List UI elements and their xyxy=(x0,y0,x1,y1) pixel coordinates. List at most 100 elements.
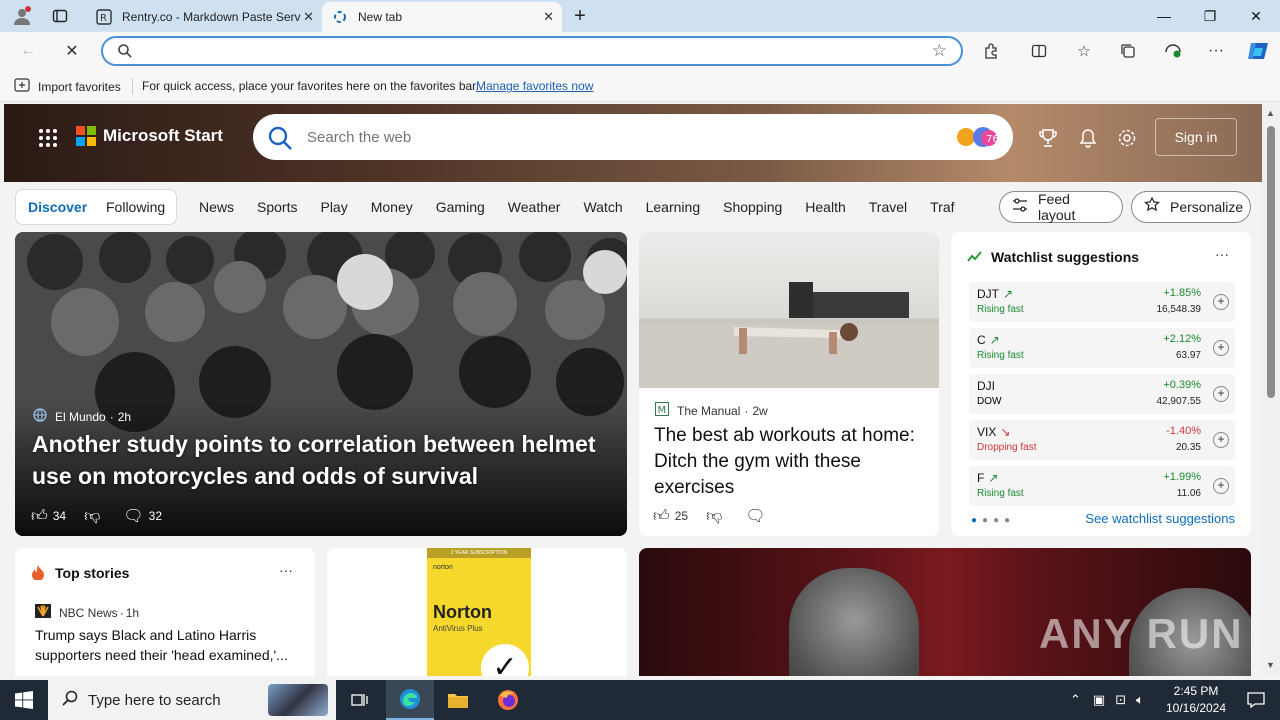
nav-link-money[interactable]: Money xyxy=(371,199,413,215)
rewards-trophy-icon[interactable] xyxy=(1035,126,1061,150)
close-tab-icon[interactable]: ✕ xyxy=(303,9,314,25)
more-icon[interactable]: ··· xyxy=(1201,38,1231,64)
performance-icon[interactable] xyxy=(1158,38,1188,64)
collections-icon[interactable] xyxy=(1113,38,1143,64)
stock-row[interactable]: DJI DOW +0.39% 42,907.55 + xyxy=(969,374,1235,414)
manage-favorites-link[interactable]: Manage favorites now xyxy=(476,79,593,93)
personalize-button[interactable]: Personalize xyxy=(1131,191,1251,223)
title-bar: R Rentry.co - Markdown Paste Serv ✕ New … xyxy=(0,0,1280,32)
volume-icon[interactable]: 🔈︎ xyxy=(1136,692,1144,708)
page-scrollbar[interactable]: ▲ ▼ xyxy=(1262,104,1280,676)
settings-gear-icon[interactable] xyxy=(1114,126,1140,150)
favorites-icon[interactable]: ☆ xyxy=(1069,38,1099,64)
ab-headline[interactable]: The best ab workouts at home: Ditch the … xyxy=(654,423,924,501)
like-button[interactable]: 👍︎ 25 xyxy=(653,507,688,526)
import-favorites-button[interactable]: Import favorites xyxy=(14,78,121,95)
like-button[interactable]: 👍︎ 34 xyxy=(31,507,66,526)
comments-button[interactable]: 🗨︎ xyxy=(745,506,770,526)
web-search-input[interactable] xyxy=(307,127,907,147)
see-watchlist-link[interactable]: See watchlist suggestions xyxy=(1085,511,1235,526)
feed-layout-button[interactable]: Feed layout xyxy=(999,191,1123,223)
stock-row[interactable]: DJT ↗ Rising fast +1.85% 16,548.39 + xyxy=(969,282,1235,322)
nav-link-traf[interactable]: Traf xyxy=(930,199,954,215)
app-launcher-icon[interactable] xyxy=(38,128,58,153)
add-favorite-star-icon[interactable]: ☆ xyxy=(932,41,947,61)
address-bar[interactable]: ☆ xyxy=(101,36,963,66)
hero-article-card[interactable]: El Mundo · 2h Another study points to co… xyxy=(15,232,627,536)
featured-image-card[interactable]: ANY RUN xyxy=(639,548,1251,676)
nav-link-shopping[interactable]: Shopping xyxy=(723,199,782,215)
edge-taskbar-icon[interactable] xyxy=(386,680,434,720)
stock-row[interactable]: VIX ↘ Dropping fast -1.40% 20.35 + xyxy=(969,420,1235,460)
hero-headline[interactable]: Another study points to correlation betw… xyxy=(32,428,622,492)
top-stories-card: Top stories ··· NBC News · 1h Trump says… xyxy=(15,548,315,676)
new-tab-button[interactable]: + xyxy=(568,0,592,32)
notification-center-icon[interactable] xyxy=(1232,680,1280,720)
tab-discover[interactable]: Discover xyxy=(28,199,87,215)
nav-link-weather[interactable]: Weather xyxy=(508,199,561,215)
split-screen-icon[interactable] xyxy=(1024,38,1054,64)
taskbar-clock[interactable]: 2:45 PM 10/16/2024 xyxy=(1163,683,1229,717)
address-input[interactable] xyxy=(139,42,919,60)
scroll-down-arrow-icon[interactable]: ▼ xyxy=(1266,660,1275,670)
nav-link-watch[interactable]: Watch xyxy=(583,199,622,215)
add-to-watchlist-icon[interactable]: + xyxy=(1213,478,1229,494)
back-icon[interactable]: ← xyxy=(14,38,42,64)
close-tab-icon[interactable]: ✕ xyxy=(543,9,554,25)
task-view-icon[interactable] xyxy=(336,680,384,720)
maximize-button[interactable]: ❐ xyxy=(1187,0,1233,32)
nav-link-news[interactable]: News xyxy=(199,199,234,215)
add-to-watchlist-icon[interactable]: + xyxy=(1213,294,1229,310)
the-manual-logo-icon: M xyxy=(655,402,669,419)
add-to-watchlist-icon[interactable]: + xyxy=(1213,432,1229,448)
firefox-icon[interactable] xyxy=(484,680,532,720)
nav-link-play[interactable]: Play xyxy=(320,199,347,215)
file-explorer-icon[interactable] xyxy=(434,680,482,720)
scrollbar-thumb[interactable] xyxy=(1267,126,1275,398)
dislike-button[interactable]: 👎︎ xyxy=(706,507,727,526)
nav-link-health[interactable]: Health xyxy=(805,199,845,215)
tab-following[interactable]: Following xyxy=(106,199,165,215)
scroll-up-arrow-icon[interactable]: ▲ xyxy=(1266,108,1275,118)
add-to-watchlist-icon[interactable]: + xyxy=(1213,386,1229,402)
nav-link-travel[interactable]: Travel xyxy=(869,199,907,215)
device-icon[interactable]: ▣ xyxy=(1093,692,1105,708)
extensions-icon[interactable] xyxy=(976,38,1006,64)
taskbar-search[interactable]: Type here to search xyxy=(48,680,336,720)
tab-actions-icon[interactable] xyxy=(46,0,74,32)
close-window-button[interactable]: ✕ xyxy=(1233,0,1279,32)
stock-change: +0.39% xyxy=(1163,379,1201,391)
web-search-box[interactable]: 76 xyxy=(253,114,1013,160)
dislike-button[interactable]: 👎︎ xyxy=(84,507,105,526)
tab-rentry[interactable]: R Rentry.co - Markdown Paste Serv ✕ xyxy=(86,2,322,32)
stock-row[interactable]: C ↗ Rising fast +2.12% 63.97 + xyxy=(969,328,1235,368)
comments-button[interactable]: 🗨︎ 32 xyxy=(123,506,162,526)
nav-link-learning[interactable]: Learning xyxy=(646,199,701,215)
carousel-dots[interactable]: ●●●● xyxy=(971,515,1015,526)
stock-symbol: DJI xyxy=(977,379,995,393)
ab-workout-article-card[interactable]: M The Manual · 2w The best ab workouts a… xyxy=(639,232,939,536)
profile-icon[interactable] xyxy=(8,0,36,32)
nav-link-gaming[interactable]: Gaming xyxy=(436,199,485,215)
microsoft-start-logo[interactable]: Microsoft Start xyxy=(76,126,223,146)
network-icon[interactable]: ⊡ xyxy=(1115,692,1126,708)
copilot-search-icon[interactable]: 76 xyxy=(953,124,1003,150)
nav-link-sports[interactable]: Sports xyxy=(257,199,297,215)
category-links: News Sports Play Money Gaming Weather Watch Lea… xyxy=(199,199,955,215)
stop-loading-icon[interactable]: ✕ xyxy=(58,38,86,64)
thumbs-up-icon: 👍︎ xyxy=(653,507,670,525)
checkmark-icon: ✓ xyxy=(481,644,529,676)
minimize-button[interactable]: — xyxy=(1141,0,1187,32)
top-story-headline[interactable]: Trump says Black and Latino Harris suppo… xyxy=(35,625,299,665)
add-to-watchlist-icon[interactable]: + xyxy=(1213,340,1229,356)
start-button[interactable] xyxy=(0,680,48,720)
stock-row[interactable]: F ↗ Rising fast +1.99% 11.06 + xyxy=(969,466,1235,506)
sign-in-button[interactable]: Sign in xyxy=(1155,118,1237,156)
tab-new-tab[interactable]: New tab ✕ xyxy=(322,2,562,32)
norton-ad-card[interactable]: 1 YEAR SUBSCRIPTION norton Norton AntiVi… xyxy=(327,548,627,676)
notifications-bell-icon[interactable] xyxy=(1075,126,1101,150)
copilot-icon[interactable] xyxy=(1243,38,1273,64)
more-options-icon[interactable]: ··· xyxy=(1215,246,1229,262)
show-hidden-icons-chevron-icon[interactable]: ⌃ xyxy=(1070,692,1081,708)
more-options-icon[interactable]: ··· xyxy=(279,562,293,578)
